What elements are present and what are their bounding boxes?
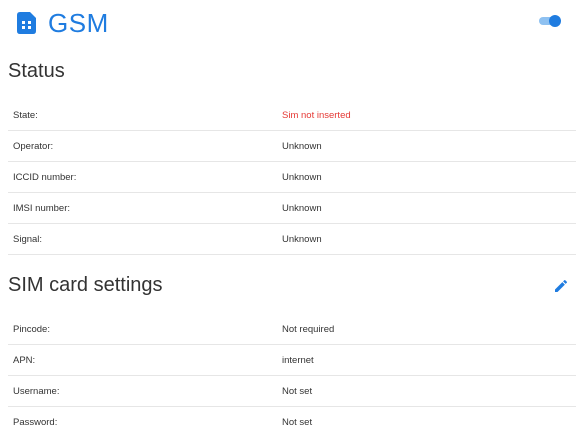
row-value: Unknown xyxy=(282,203,322,214)
row-value: internet xyxy=(282,355,314,366)
row-value: Not required xyxy=(282,324,335,335)
sim-row-username: Username: Not set xyxy=(8,376,576,407)
status-table: State: Sim not inserted Operator: Unknow… xyxy=(8,100,576,255)
sim-row-password: Password: Not set xyxy=(8,407,576,434)
toggle-knob xyxy=(549,15,561,27)
row-value: Sim not inserted xyxy=(282,110,351,121)
row-value: Not set xyxy=(282,417,313,428)
row-label: APN: xyxy=(13,355,36,366)
status-row-signal: Signal: Unknown xyxy=(8,224,576,255)
page-title: GSM xyxy=(48,7,109,38)
row-label: Username: xyxy=(13,386,60,397)
sim-row-apn: APN: internet xyxy=(8,345,576,376)
status-section-title: Status xyxy=(8,60,65,82)
row-label: Pincode: xyxy=(13,324,50,335)
status-row-operator: Operator: Unknown xyxy=(8,131,576,162)
sim-settings-section-title: SIM card settings xyxy=(8,274,163,296)
row-label: Operator: xyxy=(13,141,54,152)
status-row-iccid: ICCID number: Unknown xyxy=(8,162,576,193)
row-value: Not set xyxy=(282,386,313,397)
status-row-imsi: IMSI number: Unknown xyxy=(8,193,576,224)
row-value: Unknown xyxy=(282,234,322,245)
header: GSM xyxy=(17,8,109,38)
row-value: Unknown xyxy=(282,172,322,183)
sim-settings-table: Pincode: Not required APN: internet User… xyxy=(8,314,576,434)
sim-row-pincode: Pincode: Not required xyxy=(8,314,576,345)
sim-card-icon xyxy=(17,12,36,34)
row-value: Unknown xyxy=(282,141,322,152)
pencil-icon[interactable] xyxy=(553,278,569,294)
row-label: Signal: xyxy=(13,234,43,245)
row-label: IMSI number: xyxy=(13,203,71,214)
gsm-enable-toggle[interactable] xyxy=(539,15,561,27)
gsm-page: GSM Status State: Sim not inserted Opera… xyxy=(0,0,587,434)
row-label: Password: xyxy=(13,417,58,428)
status-row-state: State: Sim not inserted xyxy=(8,100,576,131)
row-label: State: xyxy=(13,110,38,121)
row-label: ICCID number: xyxy=(13,172,77,183)
